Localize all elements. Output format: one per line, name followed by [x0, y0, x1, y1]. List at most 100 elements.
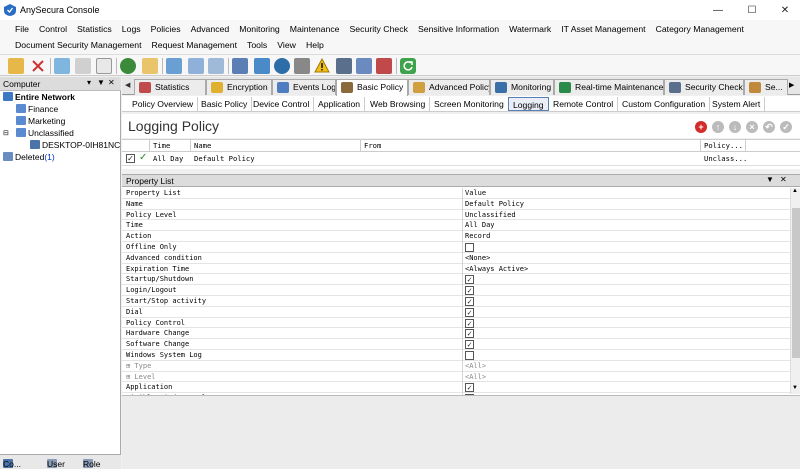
- menu-policies[interactable]: Policies: [146, 22, 186, 36]
- warning-icon[interactable]: [314, 57, 330, 74]
- menu-view[interactable]: View: [272, 38, 301, 52]
- menu-maintenance[interactable]: Maintenance: [285, 22, 345, 36]
- menu-security-check[interactable]: Security Check: [345, 22, 413, 36]
- menu-tools[interactable]: Tools: [242, 38, 272, 52]
- tree-item-marketing[interactable]: Marketing: [16, 116, 65, 127]
- pin-icon[interactable]: ▼: [97, 78, 105, 87]
- tab-encryption[interactable]: Encryption: [206, 79, 272, 95]
- property-checkbox[interactable]: ✓: [465, 383, 474, 393]
- globe-icon[interactable]: [120, 58, 136, 74]
- subtab-basic-policy[interactable]: Basic Policy: [197, 97, 253, 111]
- subtab-system-alert[interactable]: System Alert: [708, 97, 766, 111]
- property-row[interactable]: Application ✓: [122, 382, 790, 394]
- property-checkbox[interactable]: ✓: [465, 297, 474, 306]
- menu-request-management[interactable]: Request Management: [147, 38, 242, 52]
- menu-help[interactable]: Help: [301, 38, 329, 52]
- server-icon[interactable]: [254, 58, 270, 74]
- property-value[interactable]: Default Policy: [465, 199, 524, 210]
- tree-item-deleted[interactable]: Deleted(1): [3, 152, 55, 163]
- property-row[interactable]: Policy Level Unclassified: [122, 209, 790, 221]
- subtab-custom-configuration[interactable]: Custom Configuration: [618, 97, 711, 111]
- print-icon[interactable]: [75, 58, 91, 74]
- row-checkbox[interactable]: ✓: [126, 154, 135, 163]
- property-row[interactable]: Offline Only: [122, 242, 790, 253]
- pin-icon[interactable]: ▼: [766, 175, 774, 184]
- add-icon[interactable]: +: [695, 121, 707, 133]
- menu-document-security-management[interactable]: Document Security Management: [10, 38, 147, 52]
- property-checkbox[interactable]: ✓: [465, 318, 474, 328]
- property-checkbox[interactable]: ✓: [465, 307, 474, 317]
- menu-advanced[interactable]: Advanced: [186, 22, 235, 36]
- property-value[interactable]: Unclassified: [465, 210, 516, 221]
- tab-sensitive[interactable]: Se...: [744, 79, 788, 95]
- property-row[interactable]: Start/Stop activity ✓: [122, 296, 790, 307]
- key-icon[interactable]: [142, 58, 158, 74]
- tab-basic-policy[interactable]: Basic Policy: [336, 79, 408, 96]
- table-row[interactable]: ✓ ✓ All Day Default Policy Unclass...: [122, 152, 800, 166]
- close-pane-icon[interactable]: ✕: [780, 175, 787, 184]
- property-checkbox[interactable]: ✓: [465, 286, 474, 296]
- subtab-device-control[interactable]: Device Control: [249, 97, 315, 111]
- computers-icon[interactable]: [166, 58, 182, 74]
- save-icon[interactable]: ✓: [780, 121, 792, 133]
- property-value[interactable]: <All>: [465, 361, 486, 372]
- menu-it-asset-management[interactable]: IT Asset Management: [556, 22, 650, 36]
- maximize-icon[interactable]: ☐: [738, 2, 766, 18]
- property-row[interactable]: ⊞ Type <All>: [122, 360, 790, 372]
- move-up-icon[interactable]: ↑: [712, 121, 724, 133]
- window-icon[interactable]: [208, 58, 224, 74]
- drive-icon[interactable]: [294, 58, 310, 74]
- subtab-application[interactable]: Application: [314, 97, 366, 111]
- property-scrollbar[interactable]: ▲ ▼: [790, 188, 800, 394]
- property-row[interactable]: ⊞ Level <All>: [122, 371, 790, 383]
- menu-control[interactable]: Control: [34, 22, 72, 36]
- property-checkbox[interactable]: [465, 351, 474, 360]
- undo-icon[interactable]: ↶: [763, 121, 775, 133]
- property-row[interactable]: Startup/Shutdown ✓: [122, 274, 790, 286]
- property-checkbox[interactable]: [465, 243, 474, 252]
- menu-monitoring[interactable]: Monitoring: [234, 22, 285, 36]
- minimize-icon[interactable]: —: [704, 2, 732, 18]
- tree-item-unclassified[interactable]: Unclassified: [16, 128, 74, 139]
- scroll-up-icon[interactable]: ▲: [792, 188, 798, 194]
- property-row[interactable]: Dial ✓: [122, 306, 790, 318]
- menu-watermark[interactable]: Watermark: [504, 22, 556, 36]
- scroll-down-icon[interactable]: ▼: [792, 385, 798, 391]
- import-icon[interactable]: [54, 58, 70, 74]
- grid-header-policy[interactable]: Policy...: [701, 140, 746, 152]
- close-pane-icon[interactable]: ✕: [108, 78, 115, 87]
- tab-monitoring[interactable]: Monitoring: [490, 79, 554, 95]
- property-checkbox[interactable]: ✓: [465, 275, 474, 285]
- property-row[interactable]: Hardware Change ✓: [122, 328, 790, 340]
- property-row[interactable]: Advanced condition <None>: [122, 252, 790, 264]
- tab-advanced-policy[interactable]: Advanced Policy: [408, 79, 490, 95]
- property-row[interactable]: Login/Logout ✓: [122, 285, 790, 296]
- grid-header-from[interactable]: From: [361, 140, 701, 152]
- tab-scroll-left-icon[interactable]: ◀: [125, 81, 133, 91]
- close-icon[interactable]: ✕: [771, 2, 799, 18]
- property-value[interactable]: <Always Active>: [465, 264, 528, 275]
- property-value[interactable]: Record: [465, 231, 490, 242]
- refresh-icon[interactable]: [400, 58, 416, 74]
- tree-item-computer[interactable]: DESKTOP-0IH81NC: [30, 140, 120, 151]
- network-icon[interactable]: [232, 58, 248, 74]
- property-row[interactable]: Software Change ✓: [122, 339, 790, 350]
- collapse-icon[interactable]: ⊟: [3, 128, 9, 139]
- earth-icon[interactable]: [274, 58, 290, 74]
- grid-header-name[interactable]: Name: [191, 140, 361, 152]
- tab-security-check[interactable]: Security Check: [664, 79, 744, 95]
- subtab-web-browsing[interactable]: Web Browsing: [366, 97, 431, 111]
- property-row[interactable]: Policy Control ✓: [122, 317, 790, 329]
- tree-item-finance[interactable]: Finance: [16, 104, 58, 115]
- menu-file[interactable]: File: [10, 22, 34, 36]
- scroll-thumb[interactable]: [792, 208, 800, 358]
- property-row[interactable]: Name Default Policy: [122, 198, 790, 210]
- tab-real-time-maintenance[interactable]: Real-time Maintenance: [554, 79, 664, 95]
- monitor-icon[interactable]: [188, 58, 204, 74]
- document-icon[interactable]: [96, 58, 112, 74]
- move-down-icon[interactable]: ↓: [729, 121, 741, 133]
- tab-scroll-right-icon[interactable]: ▶: [789, 81, 794, 89]
- property-value[interactable]: <None>: [465, 253, 490, 264]
- property-row[interactable]: Time All Day: [122, 220, 790, 232]
- tree-item-entire-network[interactable]: Entire Network: [3, 92, 75, 103]
